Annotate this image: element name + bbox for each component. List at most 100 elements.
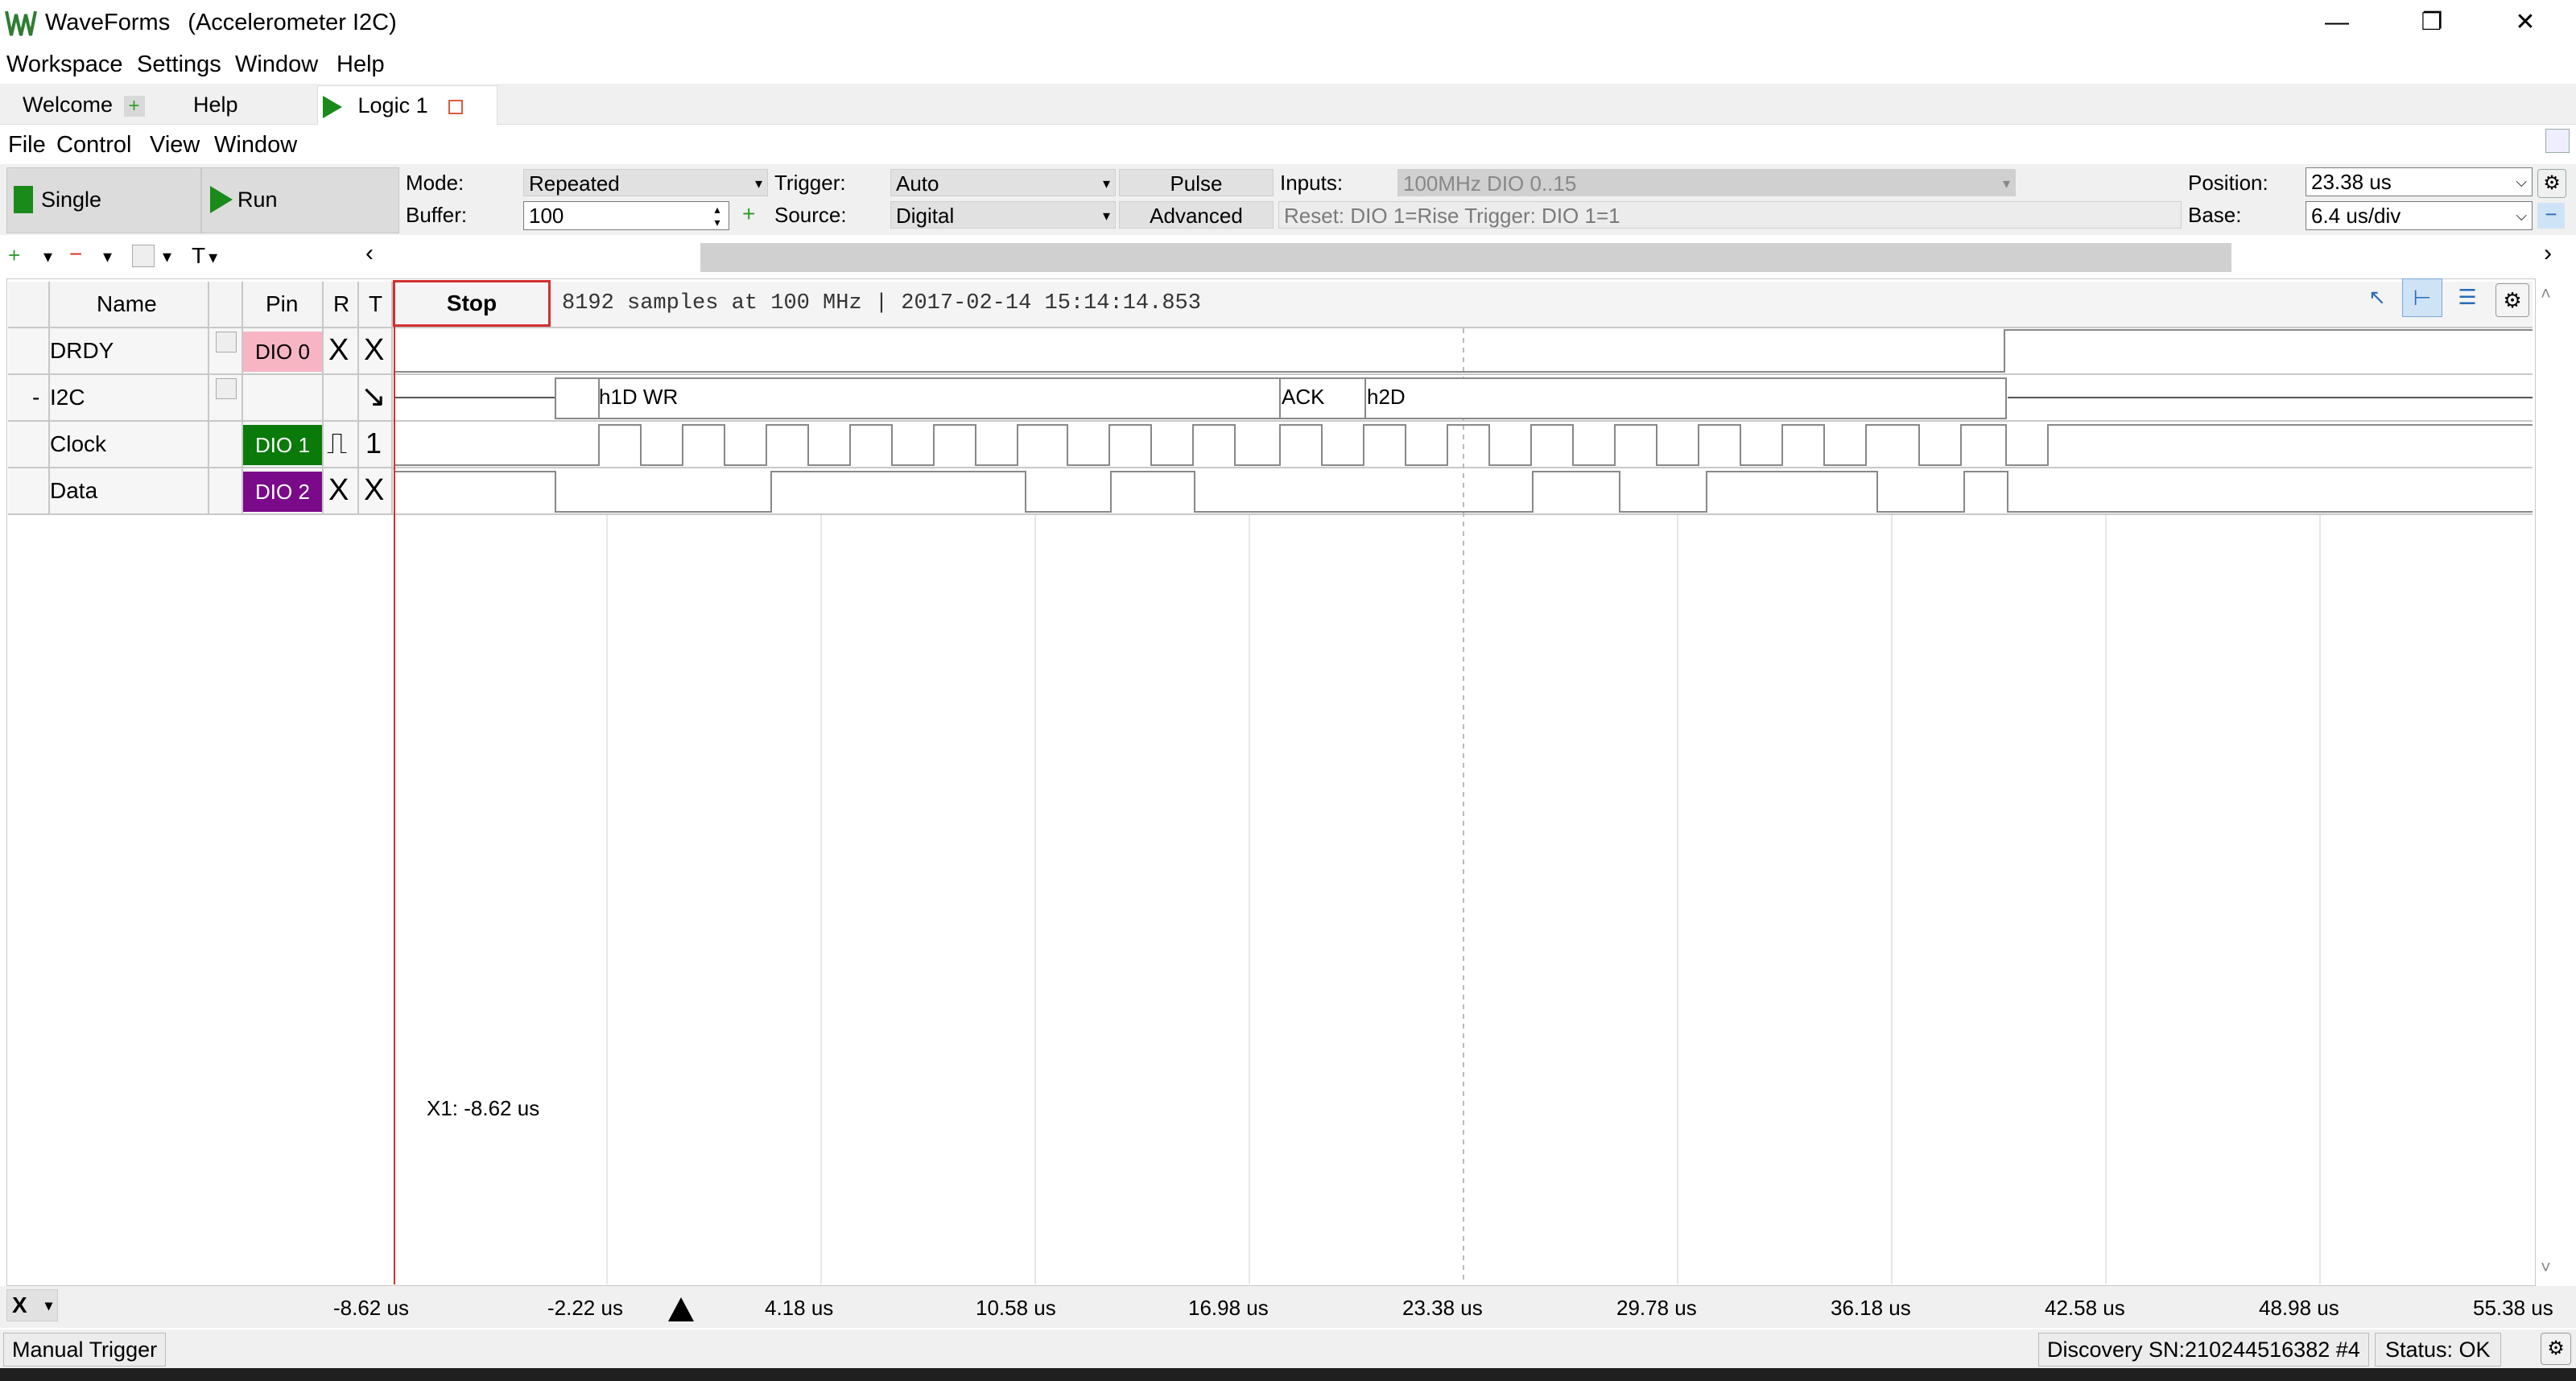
dropdown-arrow-icon: ▾ [1102, 208, 1110, 224]
r-toggle[interactable]: X [328, 333, 349, 368]
tab-logic-1[interactable]: Logic 1 [317, 85, 497, 125]
collapse-toggle[interactable]: - [32, 385, 39, 410]
column-divider [357, 282, 359, 515]
t-toggle[interactable]: 1 [365, 427, 382, 460]
vscroll-up-icon[interactable]: ˄ [2541, 283, 2551, 304]
tab-welcome[interactable]: Welcome + [8, 85, 159, 124]
decoded-ack: ACK [1282, 385, 1325, 409]
t-toggle[interactable]: X [364, 473, 384, 508]
menu-file[interactable]: File [8, 132, 46, 159]
remove-channel-icon[interactable]: − [69, 241, 82, 267]
settings-gear-icon[interactable]: ⚙ [2496, 283, 2529, 317]
buffer-label: Buffer: [406, 203, 468, 227]
mode-select[interactable]: Repeated ▾ [523, 169, 768, 196]
single-button[interactable]: Single [6, 167, 201, 233]
instrument-menu [0, 129, 2576, 164]
t-dropdown-icon: ▾ [208, 247, 218, 267]
t-header: T [369, 291, 383, 316]
capture-info: 8192 samples at 100 MHz | 2017-02-14 15:… [562, 291, 1201, 315]
pulse-button[interactable]: Pulse [1119, 169, 1274, 196]
position-gear-icon[interactable]: ⚙ [2537, 169, 2566, 198]
channel-row-clock[interactable] [8, 422, 2533, 468]
app-name: WaveForms [45, 10, 171, 35]
menu-window[interactable]: Window [235, 52, 318, 78]
mode-label: Mode: [406, 171, 464, 195]
channel-edit-icon[interactable] [216, 332, 237, 352]
add-channel-icon[interactable]: + [8, 243, 20, 268]
panel-toggle-icon[interactable] [2545, 129, 2570, 153]
trigger-position-marker-icon[interactable] [668, 1297, 694, 1321]
column-divider [242, 282, 243, 515]
axis-tick: 10.58 us [976, 1296, 1056, 1320]
dropdown-arrow-icon: ▾ [44, 1297, 52, 1313]
channel-row-drdy[interactable] [8, 328, 2533, 375]
buffer-add-icon[interactable]: + [742, 201, 755, 227]
t-toggle[interactable]: ↘ [361, 378, 386, 414]
pin-header: Pin [266, 291, 299, 316]
channel-row-data[interactable] [8, 468, 2533, 515]
edit-icon[interactable] [132, 245, 155, 267]
trigger-summary: Reset: DIO 1=Rise Trigger: DIO 1=1 [1278, 201, 2182, 229]
t-toggle[interactable]: X [364, 333, 384, 368]
run-button[interactable]: Run [201, 167, 399, 233]
scroll-right-icon[interactable]: › [2544, 240, 2552, 267]
close-button[interactable]: ✕ [2497, 5, 2553, 40]
dropdown-arrow-icon: ⌵ [2516, 174, 2527, 190]
trigger-mode-button[interactable]: T ▾ [192, 243, 217, 269]
menu-control[interactable]: Control [56, 132, 132, 159]
channel-edit-icon[interactable] [216, 378, 237, 399]
base-input[interactable]: 6.4 us/div ⌵ [2306, 201, 2533, 230]
trigger-select[interactable]: Auto ▾ [890, 169, 1116, 196]
r-toggle[interactable]: X [328, 473, 349, 508]
vscroll-down-icon[interactable]: ˅ [2541, 1257, 2551, 1278]
align-left-icon[interactable]: ⊢ [2402, 278, 2442, 317]
advanced-button[interactable]: Advanced [1119, 201, 1274, 229]
cursor-tool-icon[interactable]: ↖ [2362, 285, 2392, 315]
minimize-button[interactable]: — [2309, 5, 2365, 40]
close-tab-icon[interactable] [448, 99, 464, 114]
align-lines-icon[interactable]: ☰ [2452, 285, 2483, 315]
source-select[interactable]: Digital ▾ [890, 201, 1116, 229]
base-label: Base: [2188, 203, 2242, 227]
menu-workspace[interactable]: Workspace [6, 52, 123, 78]
inputs-label: Inputs: [1280, 171, 1344, 195]
cursor-label: X1: -8.62 us [427, 1096, 540, 1120]
device-gear-icon[interactable]: ⚙ [2541, 1333, 2571, 1365]
menu-view[interactable]: View [150, 132, 200, 159]
r-header: R [333, 291, 350, 316]
restore-button[interactable]: ❐ [2404, 5, 2460, 40]
add-dropdown-icon[interactable]: ▾ [43, 246, 52, 267]
trigger-status: Manual Trigger [3, 1333, 167, 1367]
position-input[interactable]: 23.38 us ⌵ [2306, 167, 2533, 196]
device-info[interactable]: Discovery SN:210244516382 #4 [2038, 1333, 2369, 1367]
edit-dropdown-icon[interactable]: ▾ [163, 246, 171, 267]
buffer-input[interactable]: 100 [523, 201, 729, 230]
column-divider [208, 282, 209, 515]
buffer-stepper[interactable]: ▴ ▾ [707, 203, 728, 229]
remove-dropdown-icon[interactable]: ▾ [103, 246, 112, 267]
menu-help[interactable]: Help [336, 52, 385, 78]
tab-help[interactable]: Help [193, 85, 238, 124]
stop-button[interactable]: Stop [393, 280, 551, 327]
channel-row-i2c[interactable] [8, 375, 2533, 422]
r-toggle[interactable]: ⎍ [327, 427, 347, 461]
menu-window-sub[interactable]: Window [214, 132, 297, 159]
source-label: Source: [774, 203, 847, 227]
pin-badge: DIO 2 [243, 472, 322, 512]
window-title: WaveForms (Accelerometer I2C) [45, 10, 397, 36]
x-axis-selector[interactable]: X ▾ [6, 1289, 58, 1321]
name-header: Name [97, 291, 157, 316]
channel-name: Clock [50, 431, 107, 456]
menu-settings[interactable]: Settings [137, 52, 221, 78]
axis-tick: 4.18 us [765, 1296, 834, 1320]
timeline-scrollbar[interactable] [700, 243, 2231, 272]
axis-tick: 29.78 us [1616, 1296, 1697, 1320]
position-label: Position: [2188, 171, 2268, 195]
scroll-left-icon[interactable]: ‹ [365, 240, 374, 267]
taskbar-strip [0, 1368, 2576, 1381]
add-icon[interactable]: + [123, 96, 145, 117]
base-minus-icon[interactable]: − [2537, 203, 2565, 229]
dropdown-arrow-icon: ⌵ [2516, 208, 2527, 224]
run-icon [210, 186, 233, 213]
inputs-select[interactable]: 100MHz DIO 0..15 ▾ [1397, 169, 2016, 196]
